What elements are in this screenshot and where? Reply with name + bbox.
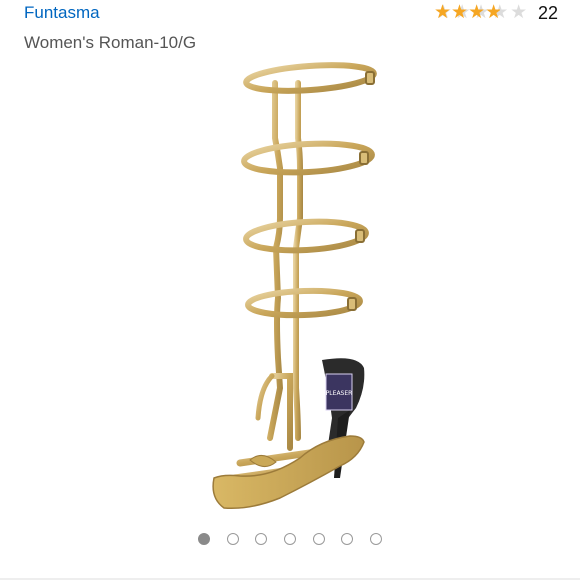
gladiator-sandal-illustration: PLEASER [212,62,377,510]
carousel-dot[interactable] [255,533,268,545]
star-filled-icon: ★ [434,3,452,23]
star-filled-icon: ★ [451,3,469,23]
carousel-dot[interactable] [369,533,382,545]
brand-link[interactable]: Funtasma [24,3,100,23]
rating-stars: ★★★★★ ★★★★★ [434,3,528,23]
star-empty-icon: ★ [510,2,528,23]
brand-label-text: PLEASER [326,390,353,397]
carousel-dot[interactable] [341,533,354,545]
star-filled-icon: ★ [468,3,486,23]
carousel-dot[interactable] [284,533,296,545]
product-title: Women's Roman-10/G [24,33,197,52]
review-count[interactable]: 22 [538,3,558,24]
product-image[interactable]: PLEASER [180,58,400,510]
carousel-dot[interactable] [312,533,325,545]
carousel-pagination[interactable] [0,533,580,545]
star-filled-icon: ★ [485,3,500,23]
carousel-dot[interactable] [226,533,239,545]
star-rating[interactable]: ★★★★★ ★★★★★ 22 [434,1,558,25]
carousel-dot[interactable] [198,533,211,545]
